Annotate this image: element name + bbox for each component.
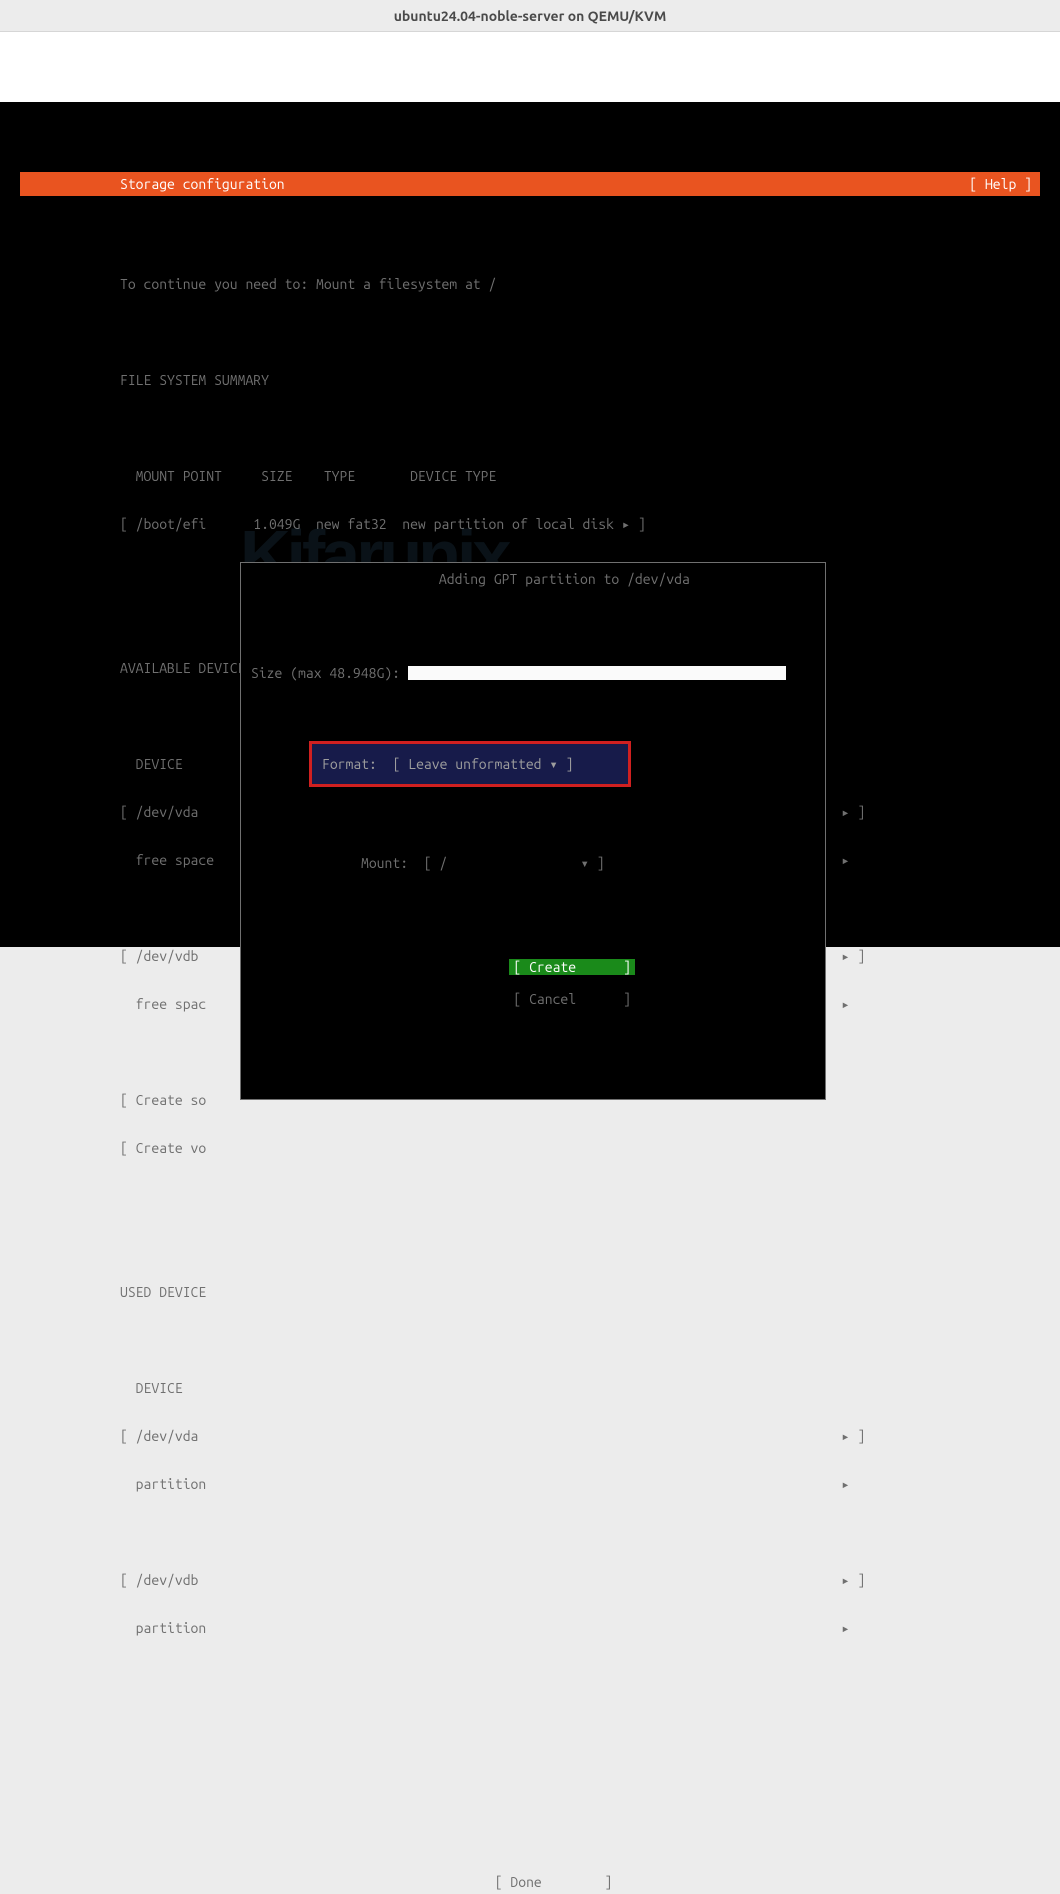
used-row-vda-part[interactable]: partition ▸ xyxy=(120,1476,1040,1492)
header-bar: Storage configuration [ Help ] xyxy=(20,172,1040,196)
footer-buttons: [ Done ] [ Reset ] [ Back ] xyxy=(0,1858,1060,1894)
used-cols: DEVICE xyxy=(120,1380,1040,1396)
mount-row: Mount: [ / ▾ ] xyxy=(251,855,815,871)
terminal: Storage configuration [ Help ] Kifarunix… xyxy=(0,102,1060,947)
instruction-text: To continue you need to: Mount a filesys… xyxy=(120,276,1040,292)
dialog-title: Adding GPT partition to /dev/vda xyxy=(433,571,696,587)
window-titlebar: ubuntu24.04-noble-server on QEMU/KVM xyxy=(0,0,1060,32)
used-row-vdb-part[interactable]: partition ▸ xyxy=(120,1620,1040,1636)
fs-summary-heading: FILE SYSTEM SUMMARY xyxy=(120,372,1040,388)
dialog-title-wrap: Adding GPT partition to /dev/vda xyxy=(241,555,825,603)
help-button[interactable]: [ Help ] xyxy=(969,172,1032,196)
size-label: Size (max 48.948G): xyxy=(251,665,408,681)
window-title: ubuntu24.04-noble-server on QEMU/KVM xyxy=(394,8,667,24)
format-row-highlight: Format: [ Leave unformatted ▾ ] xyxy=(309,741,631,787)
fs-summary-cols: MOUNT POINT SIZE TYPE DEVICE TYPE xyxy=(120,468,1040,484)
format-label: Format: xyxy=(322,756,393,772)
done-button[interactable]: [ Done ] xyxy=(495,1874,613,1890)
used-heading: USED DEVICE xyxy=(120,1284,1040,1300)
mount-dropdown[interactable]: [ / ▾ ] xyxy=(424,855,605,871)
mount-label: Mount: xyxy=(361,855,424,871)
viewer-gap xyxy=(0,32,1060,102)
create-button[interactable]: [ Create ] xyxy=(509,959,635,975)
cancel-button[interactable]: [ Cancel ] xyxy=(513,991,631,1007)
used-row-vdb[interactable]: [ /dev/vdb ▸ ] xyxy=(120,1572,1040,1588)
create-vo-row[interactable]: [ Create vo xyxy=(120,1140,1040,1156)
format-dropdown[interactable]: [ Leave unformatted ▾ ] xyxy=(393,756,574,772)
used-row-vda[interactable]: [ /dev/vda ▸ ] xyxy=(120,1428,1040,1444)
size-input[interactable] xyxy=(408,666,786,680)
fs-summary-row[interactable]: [ /boot/efi 1.049G new fat32 new partiti… xyxy=(120,516,1040,532)
size-row: Size (max 48.948G): xyxy=(251,665,815,681)
partition-dialog: Adding GPT partition to /dev/vda Size (m… xyxy=(240,562,826,1100)
page-title: Storage configuration xyxy=(120,172,285,196)
